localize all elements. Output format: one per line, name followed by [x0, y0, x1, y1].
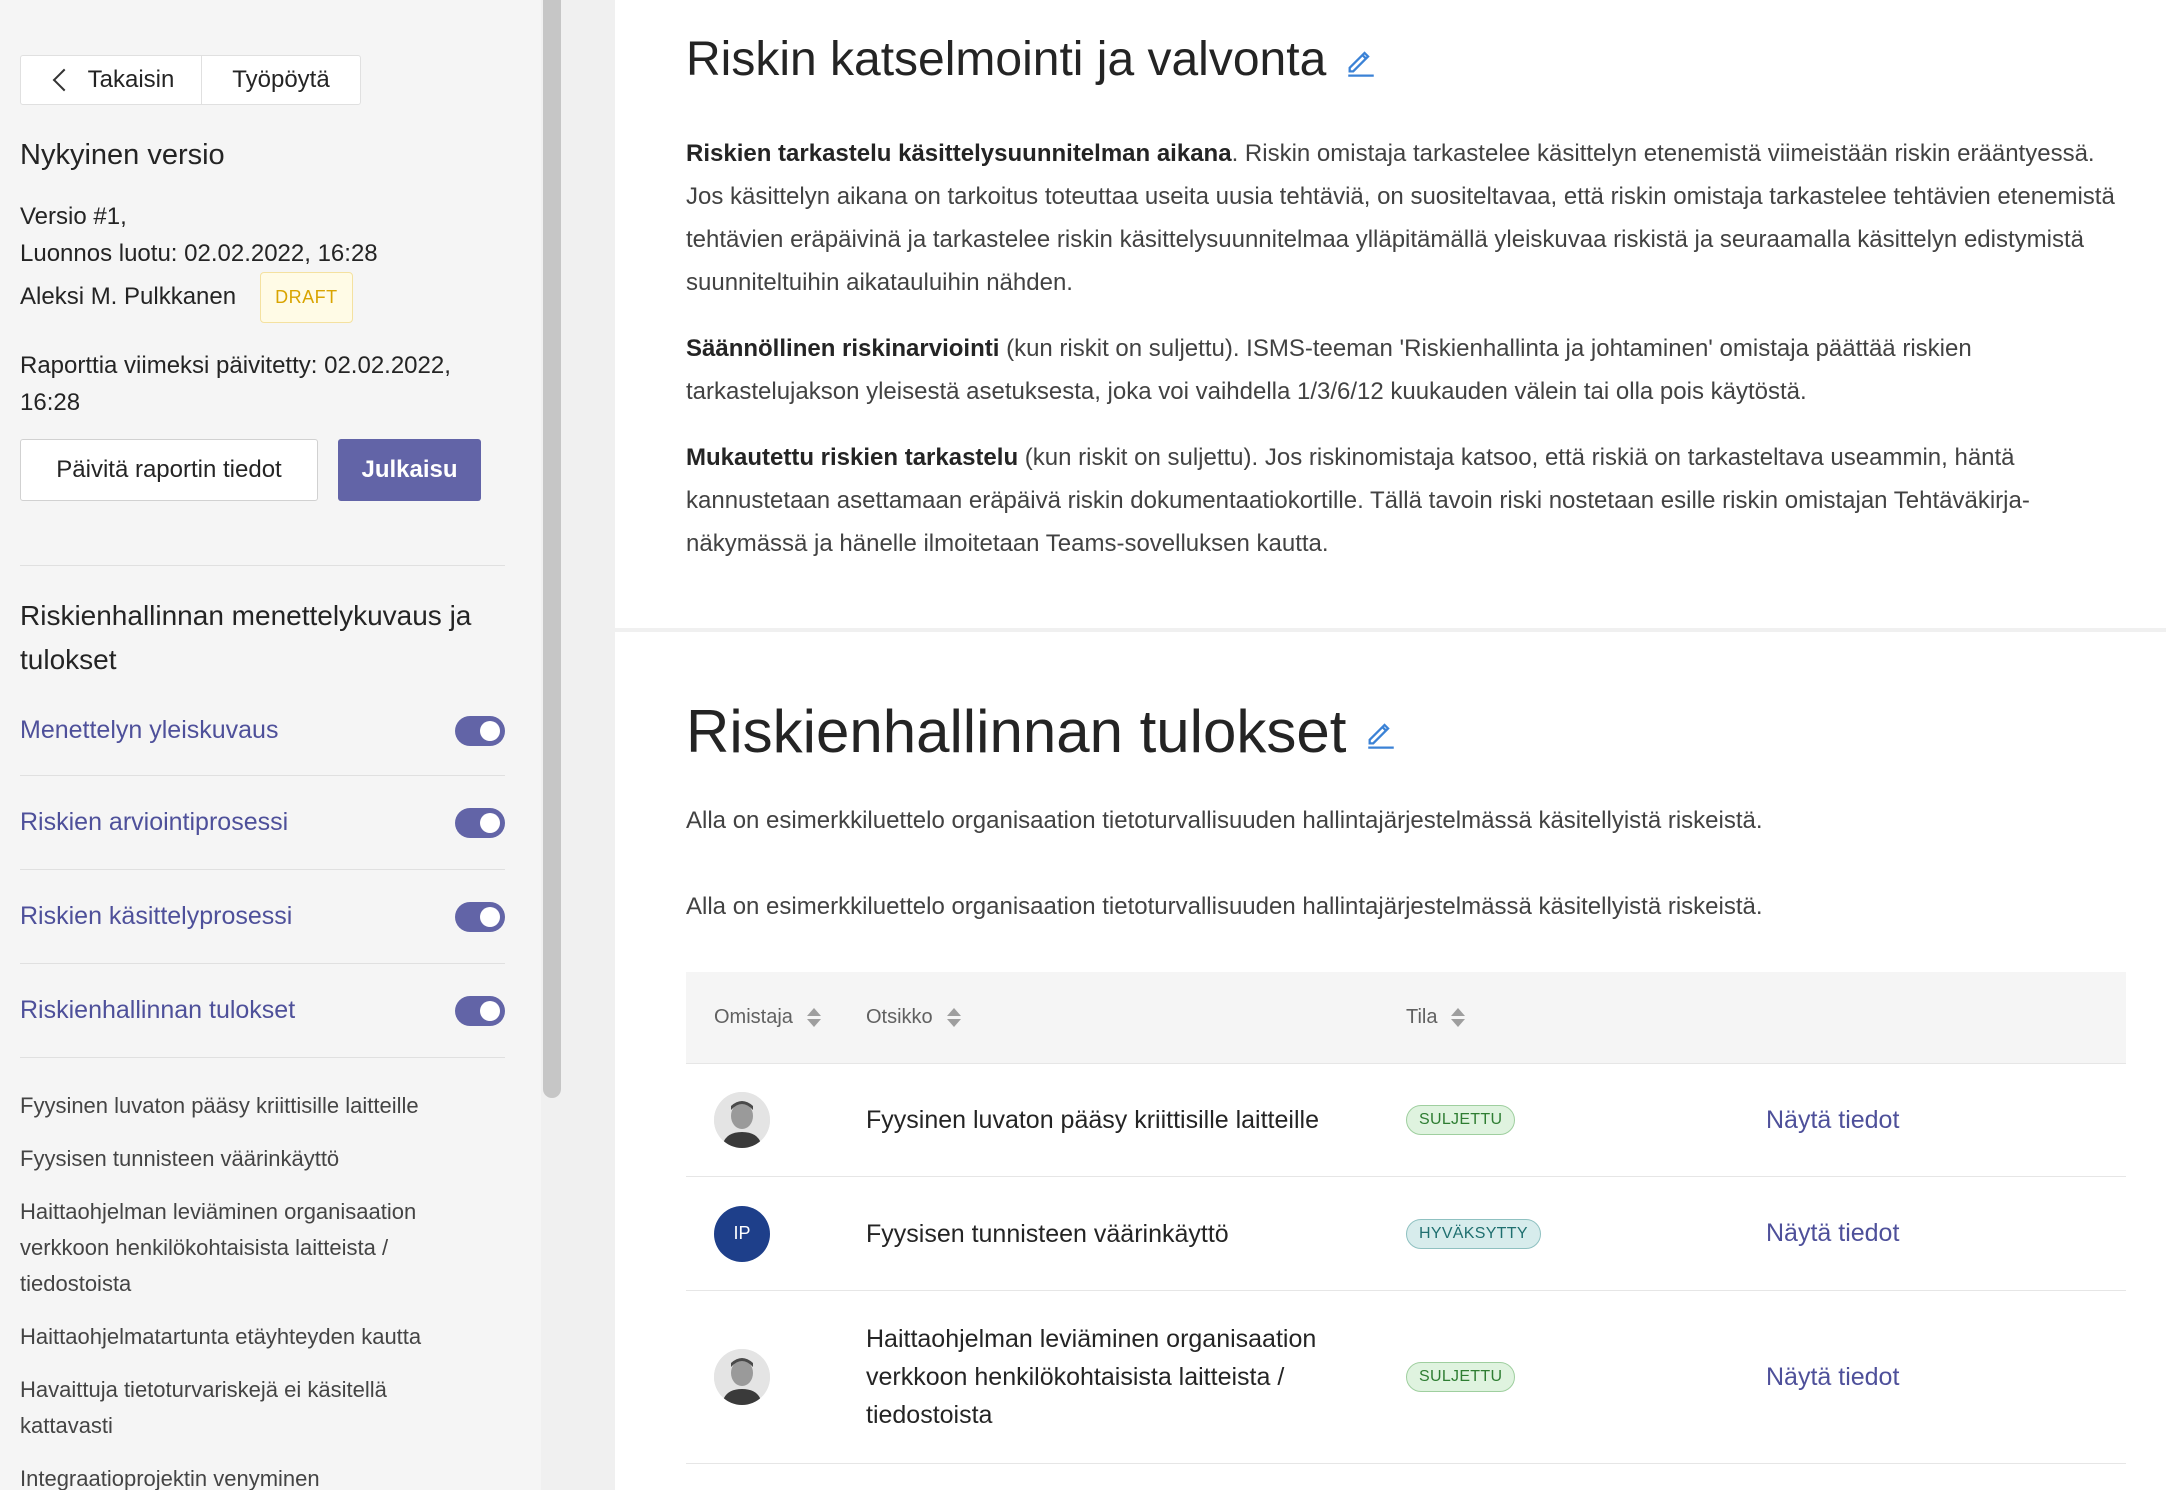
toggle-row: Riskienhallinnan tulokset: [20, 964, 505, 1058]
edit-pencil-icon[interactable]: [1364, 715, 1398, 749]
sort-icon[interactable]: [946, 1008, 961, 1027]
table-header: Omistaja Otsikko Tila: [686, 972, 2126, 1064]
risk-title: Haittaohjelman leviäminen organisaation …: [866, 1325, 1317, 1429]
review-paragraph-2: Säännöllinen riskinarviointi (kun riskit…: [686, 327, 2126, 413]
risk-title: Fyysinen luvaton pääsy kriittisille lait…: [866, 1106, 1319, 1134]
table-row: Fyysinen luvaton pääsy kriittisille lait…: [686, 1064, 2126, 1177]
risk-list: Fyysinen luvaton pääsy kriittisille lait…: [20, 1088, 505, 1490]
person-photo-icon: [714, 1092, 770, 1148]
risk-table: Omistaja Otsikko Tila Fyysinen luvaton p…: [686, 972, 2126, 1464]
toggle-switch[interactable]: [455, 807, 505, 838]
state-cell: SULJETTU: [1406, 1105, 1766, 1135]
desktop-button[interactable]: Työpöytä: [202, 56, 360, 104]
toggle-label[interactable]: Menettelyn yleiskuvaus: [20, 716, 278, 745]
risk-list-item[interactable]: Fyysinen luvaton pääsy kriittisille lait…: [20, 1088, 460, 1124]
sidebar-scrollbar[interactable]: [543, 0, 561, 1098]
section-heading: Riskienhallinnan menettelykuvaus ja tulo…: [20, 600, 472, 675]
state-cell: SULJETTU: [1406, 1362, 1766, 1392]
avatar[interactable]: [714, 1092, 770, 1148]
owner-cell: IP: [686, 1205, 866, 1262]
version-author-row: Aleksi M. Pulkkanen DRAFT: [20, 272, 505, 323]
report-updated: Raporttia viimeksi päivitetty: 02.02.202…: [20, 352, 451, 416]
risk-title: Fyysisen tunnisteen väärinkäyttö: [866, 1219, 1229, 1248]
review-paragraph-3: Mukautettu riskien tarkastelu (kun riski…: [686, 436, 2126, 565]
review-section-title-row: Riskin katselmointi ja valvonta: [686, 32, 2126, 87]
risk-list-item[interactable]: Fyysisen tunnisteen väärinkäyttö: [20, 1141, 460, 1177]
current-version-heading: Nykyinen versio: [20, 139, 225, 171]
edit-pencil-icon[interactable]: [1344, 43, 1378, 77]
back-button[interactable]: Takaisin: [21, 56, 202, 104]
results-intro-2: Alla on esimerkkiluettelo organisaation …: [686, 893, 1763, 920]
publish-button[interactable]: Julkaisu: [338, 439, 481, 501]
person-photo-icon: [714, 1349, 770, 1405]
header-title[interactable]: Otsikko: [866, 1006, 1406, 1029]
sidebar: Takaisin Työpöytä Nykyinen versio Versio…: [0, 0, 541, 1490]
version-number: Versio #1,: [20, 203, 127, 230]
toggle-switch[interactable]: [455, 716, 505, 746]
toggle-row: Menettelyn yleiskuvaus: [20, 716, 505, 776]
risk-list-item[interactable]: Haittaohjelman leviäminen organisaation …: [20, 1194, 460, 1302]
review-section-title: Riskin katselmointi ja valvonta: [686, 33, 1327, 86]
draft-created: Luonnos luotu: 02.02.2022, 16:28: [20, 240, 378, 267]
toggle-label[interactable]: Riskienhallinnan tulokset: [20, 996, 295, 1025]
table-row: Haittaohjelman leviäminen organisaation …: [686, 1291, 2126, 1464]
version-author: Aleksi M. Pulkkanen: [20, 282, 237, 310]
status-badge: HYVÄKSYTTY: [1406, 1218, 1541, 1249]
toggle-row: Riskien käsittelyprosessi: [20, 870, 505, 964]
review-paragraph-2-lead: Säännöllinen riskinarviointi: [686, 335, 1000, 362]
status-badge: SULJETTU: [1406, 1105, 1516, 1135]
action-buttons: Päivitä raportin tiedot Julkaisu: [20, 439, 505, 501]
toggle-label[interactable]: Riskien arviointiprosessi: [20, 808, 288, 837]
toggle-switch[interactable]: [455, 901, 505, 932]
toggle-label[interactable]: Riskien käsittelyprosessi: [20, 902, 292, 931]
sort-icon[interactable]: [806, 1008, 821, 1027]
version-info: Versio #1, Luonnos luotu: 02.02.2022, 16…: [20, 198, 505, 323]
results-title: Riskienhallinnan tulokset: [686, 698, 1347, 765]
view-details-link[interactable]: Näytä tiedot: [1766, 1363, 2126, 1392]
avatar[interactable]: IP: [714, 1205, 770, 1262]
table-row: IP Fyysisen tunnisteen väärinkäyttö HYVÄ…: [686, 1177, 2126, 1291]
risk-list-item[interactable]: Integraatioprojektin venyminen: [20, 1461, 460, 1490]
draft-badge: DRAFT: [260, 272, 353, 323]
back-label: Takaisin: [87, 66, 175, 93]
avatar[interactable]: [714, 1349, 770, 1405]
risk-list-item[interactable]: Havaittuja tietoturvariskejä ei käsitell…: [20, 1372, 460, 1444]
view-details-link[interactable]: Näytä tiedot: [1766, 1106, 2126, 1135]
results-intro-1: Alla on esimerkkiluettelo organisaation …: [686, 807, 1763, 834]
section-toggle-list: Menettelyn yleiskuvaus Riskien arviointi…: [20, 716, 505, 1058]
nav-button-group: Takaisin Työpöytä: [20, 55, 361, 105]
sidebar-divider: [20, 565, 505, 566]
header-state[interactable]: Tila: [1406, 1006, 1766, 1029]
header-title-label: Otsikko: [866, 1006, 933, 1028]
update-report-button[interactable]: Päivitä raportin tiedot: [20, 439, 318, 501]
main-content: Riskin katselmointi ja valvonta Riskien …: [615, 0, 2166, 1490]
risk-list-item[interactable]: Haittaohjelmatartunta etäyhteyden kautta: [20, 1319, 460, 1355]
review-paragraph-1: Riskien tarkastelu käsittelysuunnitelman…: [686, 132, 2126, 304]
review-paragraph-1-lead: Riskien tarkastelu käsittelysuunnitelman…: [686, 140, 1232, 167]
results-section-card: Riskienhallinnan tulokset Alla on esimer…: [615, 632, 2166, 1490]
toggle-switch[interactable]: [455, 995, 505, 1026]
desktop-label: Työpöytä: [232, 66, 330, 93]
state-cell: HYVÄKSYTTY: [1406, 1218, 1766, 1249]
header-state-label: Tila: [1406, 1006, 1438, 1028]
review-paragraph-3-lead: Mukautettu riskien tarkastelu: [686, 444, 1019, 471]
status-badge: SULJETTU: [1406, 1362, 1516, 1392]
owner-cell: [686, 1349, 866, 1405]
sort-icon[interactable]: [1451, 1008, 1466, 1027]
chevron-left-icon: [52, 68, 75, 92]
header-owner-label: Omistaja: [714, 1006, 793, 1028]
toggle-row: Riskien arviointiprosessi: [20, 776, 505, 870]
results-title-row: Riskienhallinnan tulokset: [686, 697, 2126, 766]
view-details-link[interactable]: Näytä tiedot: [1766, 1219, 2126, 1248]
header-owner[interactable]: Omistaja: [686, 1006, 866, 1029]
review-section-card: Riskin katselmointi ja valvonta Riskien …: [615, 0, 2166, 628]
owner-cell: [686, 1092, 866, 1148]
